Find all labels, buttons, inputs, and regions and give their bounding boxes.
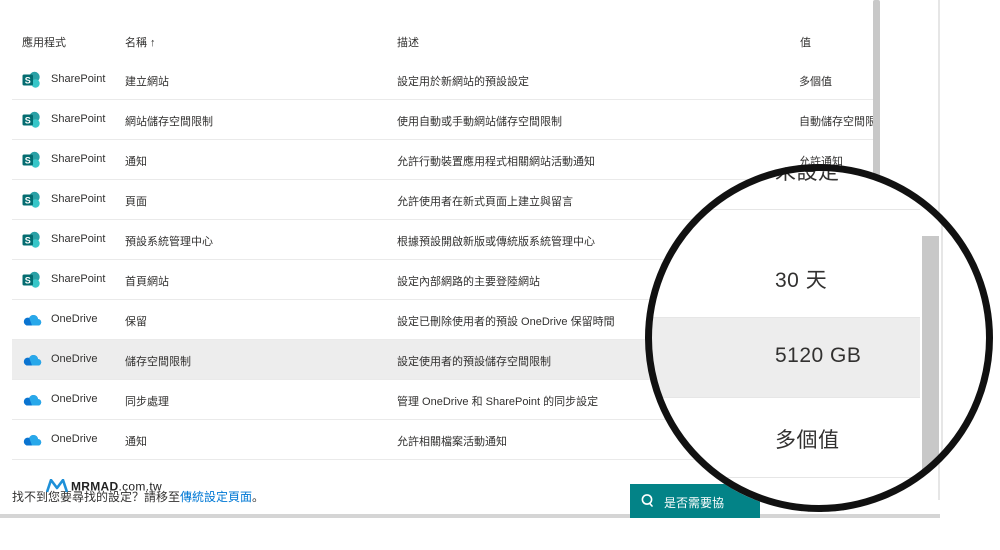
magnified-divider <box>941 164 943 512</box>
row-name[interactable]: 同步處理 <box>125 393 169 409</box>
row-app: OneDrive <box>51 353 98 365</box>
column-header-name[interactable]: 名稱 ↑ <box>125 34 156 50</box>
watermark: MRMAD.com.tw <box>45 478 162 496</box>
svg-text:S: S <box>25 236 31 246</box>
row-description: 設定用於新網站的預設設定 <box>397 76 529 88</box>
row-description: 允許行動裝置應用程式相關網站活動通知 <box>397 156 595 168</box>
row-description: 根據預設開啟新版或傳統版系統管理中心 <box>397 236 595 248</box>
row-app: SharePoint <box>51 153 106 165</box>
table-row[interactable]: S SharePoint 建立網站 設定用於新網站的預設設定 多個值 <box>12 60 880 100</box>
row-app: SharePoint <box>51 193 106 205</box>
row-name[interactable]: 通知 <box>125 433 147 449</box>
magnified-row: 未設定 <box>645 164 920 210</box>
row-app: SharePoint <box>51 273 106 285</box>
row-name[interactable]: 通知 <box>125 153 147 169</box>
classic-settings-link[interactable]: 傳統設定頁面 <box>180 490 252 504</box>
onedrive-icon <box>22 311 42 329</box>
magnified-value: 多個值 <box>775 429 840 452</box>
row-app: SharePoint <box>51 233 106 245</box>
magnified-scrollbar <box>922 236 939 512</box>
magnified-value: 允許通知 <box>775 504 861 512</box>
magnified-value: 30 天 <box>775 269 828 292</box>
svg-text:S: S <box>25 276 31 286</box>
magnified-row: 30 天 <box>645 238 920 318</box>
footer-suffix: 。 <box>252 490 265 504</box>
column-header-app[interactable]: 應用程式 <box>22 34 66 50</box>
row-description: 設定使用者的預設儲存空間限制 <box>397 356 551 368</box>
row-app: SharePoint <box>51 113 106 125</box>
row-description: 設定內部網路的主要登陸網站 <box>397 276 540 288</box>
magnified-value: 未設定 <box>775 164 840 184</box>
bottom-divider <box>0 514 940 518</box>
row-app: OneDrive <box>51 433 98 445</box>
row-name[interactable]: 保留 <box>125 313 147 329</box>
row-name[interactable]: 建立網站 <box>125 73 169 89</box>
row-description: 允許使用者在新式頁面上建立與留言 <box>397 196 573 208</box>
sharepoint-icon: S <box>22 271 42 289</box>
row-app: OneDrive <box>51 313 98 325</box>
row-description: 設定已刪除使用者的預設 OneDrive 保留時間 <box>397 316 615 328</box>
table-row[interactable]: S SharePoint 網站儲存空間限制 使用自動或手動網站儲存空間限制 自動儲存空間… <box>12 100 880 140</box>
onedrive-icon <box>22 351 42 369</box>
table-header: 應用程式 名稱 ↑ 描述 值 <box>0 28 880 56</box>
watermark-brand: MRMAD <box>71 479 119 494</box>
magnifier-zoom: 未設定 30 天 5120 GB 多個值允許通知 <box>645 164 993 512</box>
row-value: 自動儲存空間限 <box>799 116 876 128</box>
row-name[interactable]: 儲存空間限制 <box>125 353 191 369</box>
watermark-tld: .com.tw <box>118 479 162 494</box>
magnified-row: 5120 GB <box>645 318 920 398</box>
magnified-value: 5120 GB <box>775 344 862 367</box>
row-description: 允許相關檔案活動通知 <box>397 436 507 448</box>
svg-text:S: S <box>25 196 31 206</box>
svg-text:S: S <box>25 156 31 166</box>
svg-text:S: S <box>25 76 31 86</box>
sharepoint-icon: S <box>22 71 42 89</box>
svg-text:S: S <box>25 116 31 126</box>
row-value: 多個值 <box>799 76 832 88</box>
sharepoint-icon: S <box>22 151 42 169</box>
row-name[interactable]: 首頁網站 <box>125 273 169 289</box>
row-app: SharePoint <box>51 73 106 85</box>
sharepoint-icon: S <box>22 111 42 129</box>
row-name[interactable]: 頁面 <box>125 193 147 209</box>
row-description: 管理 OneDrive 和 SharePoint 的同步設定 <box>397 396 599 408</box>
row-name[interactable]: 預設系統管理中心 <box>125 233 213 249</box>
column-header-value[interactable]: 值 <box>800 34 811 50</box>
onedrive-icon <box>22 431 42 449</box>
onedrive-icon <box>22 391 42 409</box>
mrmad-logo-icon <box>45 478 69 496</box>
magnified-row: 允許通知 <box>645 478 920 512</box>
column-header-description[interactable]: 描述 <box>397 34 419 50</box>
magnified-row: 多個值 <box>645 398 920 478</box>
sharepoint-icon: S <box>22 191 42 209</box>
row-description: 使用自動或手動網站儲存空間限制 <box>397 116 562 128</box>
row-name[interactable]: 網站儲存空間限制 <box>125 113 213 129</box>
row-app: OneDrive <box>51 393 98 405</box>
sharepoint-icon: S <box>22 231 42 249</box>
